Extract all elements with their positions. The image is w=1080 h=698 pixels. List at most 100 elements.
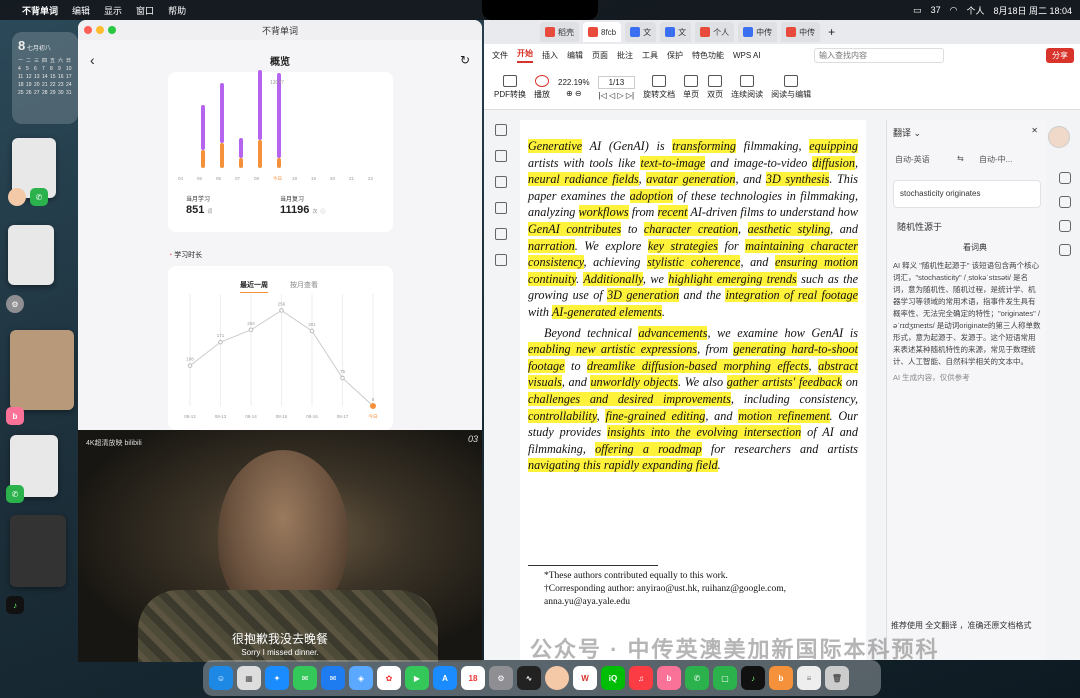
temperature-label[interactable]: 37 bbox=[931, 5, 941, 15]
window-thumbnail[interactable] bbox=[10, 330, 74, 410]
menu-app-name[interactable]: 不背单词 bbox=[22, 4, 58, 17]
menu-view[interactable]: 显示 bbox=[104, 4, 122, 17]
calendar-widget[interactable]: 8 七月初八 一二三四五六日 4 5 6 7 8 9 10 11 12 13 14 15 16 17 18 19… bbox=[12, 32, 78, 124]
target-language[interactable]: 自动-中... bbox=[979, 154, 1012, 165]
user-label[interactable]: 个人 bbox=[966, 4, 984, 17]
app-store-icon[interactable]: A bbox=[433, 666, 457, 690]
menu-page[interactable]: 页面 bbox=[592, 50, 608, 61]
share-button[interactable]: 分享 bbox=[1046, 48, 1074, 63]
wechat-icon[interactable]: ✆ bbox=[30, 188, 48, 206]
info-icon[interactable]: ⓘ bbox=[321, 209, 326, 215]
swap-icon[interactable]: ⇆ bbox=[957, 154, 964, 163]
document-page[interactable]: Generative AI (GenAI) is transforming fi… bbox=[520, 120, 866, 660]
avatar-app-icon[interactable] bbox=[545, 666, 569, 690]
sliders-icon[interactable] bbox=[1059, 220, 1071, 232]
double-page-button[interactable]: 双页 bbox=[707, 75, 723, 100]
tab-cuc-1[interactable]: 中传 bbox=[738, 22, 778, 42]
bookmark-icon[interactable] bbox=[495, 124, 507, 136]
bilibili-icon[interactable]: b bbox=[657, 666, 681, 690]
launchpad-icon[interactable]: ▦ bbox=[237, 666, 261, 690]
menu-edit-doc[interactable]: 编辑 bbox=[567, 50, 583, 61]
douyin-icon[interactable]: ♪ bbox=[6, 596, 24, 614]
source-language[interactable]: 自动-英语 bbox=[895, 154, 930, 165]
menu-protect[interactable]: 保护 bbox=[667, 50, 683, 61]
message-app-icon[interactable]: ▢ bbox=[713, 666, 737, 690]
menu-features[interactable]: 特色功能 bbox=[692, 50, 724, 61]
minimize-icon[interactable] bbox=[96, 26, 104, 34]
tab-docer[interactable]: 稻壳 bbox=[540, 22, 579, 42]
refresh-icon[interactable]: ↻ bbox=[460, 53, 470, 67]
menu-help[interactable]: 帮助 bbox=[168, 4, 186, 17]
menu-wps-ai[interactable]: WPS AI bbox=[733, 51, 761, 60]
menu-file[interactable]: 文件 bbox=[492, 50, 508, 61]
more-icon[interactable] bbox=[1059, 244, 1071, 256]
video-player[interactable]: 4K超清放映 bilibili 03 很抱歉我没去晚餐 Sorry I miss… bbox=[78, 430, 482, 662]
layers-icon[interactable] bbox=[495, 254, 507, 266]
window-thumbnail[interactable] bbox=[10, 515, 66, 587]
iqiyi-icon[interactable]: iQ bbox=[601, 666, 625, 690]
wechat-icon[interactable]: ✆ bbox=[685, 666, 709, 690]
avatar-app-icon[interactable] bbox=[8, 188, 26, 206]
thumbnail-icon[interactable] bbox=[495, 150, 507, 162]
calendar-icon[interactable]: 18 bbox=[461, 666, 485, 690]
copy-icon[interactable] bbox=[495, 228, 507, 240]
finder-icon[interactable]: ☺ bbox=[209, 666, 233, 690]
rotate-button[interactable]: 旋转文档 bbox=[643, 75, 675, 100]
wps-icon[interactable]: W bbox=[573, 666, 597, 690]
avatar[interactable] bbox=[1048, 126, 1070, 148]
maps-icon[interactable]: ◈ bbox=[349, 666, 373, 690]
page-field[interactable]: 1/13 |◁ ◁ ▷ ▷| bbox=[597, 75, 636, 100]
tab-doc-1[interactable]: 文 bbox=[625, 22, 657, 42]
mail-icon[interactable]: ✉ bbox=[321, 666, 345, 690]
facetime-icon[interactable]: ▶ bbox=[405, 666, 429, 690]
tab-doc-2[interactable]: 文 bbox=[660, 22, 692, 42]
menu-start[interactable]: 开始 bbox=[517, 48, 533, 63]
menu-insert[interactable]: 插入 bbox=[542, 50, 558, 61]
clock-label[interactable]: 8月18日 周二 18:04 bbox=[993, 4, 1072, 17]
close-icon[interactable] bbox=[84, 26, 92, 34]
dictionary-button[interactable]: 看词典 bbox=[963, 242, 987, 253]
menu-comment[interactable]: 批注 bbox=[617, 50, 633, 61]
chevron-left-icon[interactable]: ‹ bbox=[90, 52, 95, 68]
translate-icon[interactable] bbox=[1059, 172, 1071, 184]
photos-icon[interactable]: ✿ bbox=[377, 666, 401, 690]
search-input[interactable] bbox=[814, 48, 944, 63]
pdf-convert-button[interactable]: PDF转换 bbox=[494, 75, 526, 100]
menu-tools[interactable]: 工具 bbox=[642, 50, 658, 61]
messages-icon[interactable]: ✉ bbox=[293, 666, 317, 690]
zoom-in-icon[interactable]: ⊕ ⊖ bbox=[566, 89, 582, 98]
new-tab-icon[interactable]: + bbox=[828, 25, 835, 39]
wechat-icon[interactable]: ✆ bbox=[6, 485, 24, 503]
vocab-app-icon[interactable]: b bbox=[769, 666, 793, 690]
safari-icon[interactable]: ✦ bbox=[265, 666, 289, 690]
activity-monitor-icon[interactable]: ∿ bbox=[517, 666, 541, 690]
menu-window[interactable]: 窗口 bbox=[136, 4, 154, 17]
filter-icon[interactable] bbox=[1059, 196, 1071, 208]
page-nav-icon[interactable]: |◁ ◁ ▷ ▷| bbox=[599, 91, 634, 100]
tab-personal[interactable]: 个人 bbox=[695, 22, 735, 42]
trash-icon[interactable]: 🗑 bbox=[825, 666, 849, 690]
comment-icon[interactable] bbox=[495, 176, 507, 188]
translate-footer[interactable]: 推荐使用 全文翻译 ，准确还原文档格式 bbox=[891, 620, 1031, 631]
close-icon[interactable]: ✕ bbox=[1031, 126, 1038, 135]
continuous-read-button[interactable]: 连续阅读 bbox=[731, 75, 763, 100]
battery-icon[interactable]: ▭ bbox=[913, 5, 922, 16]
settings-icon[interactable]: ⚙ bbox=[6, 295, 24, 313]
music-icon[interactable]: ♫ bbox=[629, 666, 653, 690]
single-page-button[interactable]: 单页 bbox=[683, 75, 699, 100]
tab-pdf[interactable]: 8fcb bbox=[583, 22, 622, 42]
zoom-field[interactable]: 222.19% ⊕ ⊖ bbox=[558, 78, 590, 98]
system-settings-icon[interactable]: ⚙ bbox=[489, 666, 513, 690]
window-thumbnail[interactable] bbox=[8, 225, 54, 285]
attachment-icon[interactable] bbox=[495, 202, 507, 214]
douyin-icon[interactable]: ♪ bbox=[741, 666, 765, 690]
chevron-down-icon[interactable]: ⌄ bbox=[914, 128, 922, 138]
tab-cuc-2[interactable]: 中传 bbox=[781, 22, 821, 42]
menu-edit[interactable]: 编辑 bbox=[72, 4, 90, 17]
document-icon[interactable]: ≡ bbox=[797, 666, 821, 690]
play-button[interactable]: 播放 bbox=[534, 75, 550, 100]
wifi-icon[interactable]: ◠ bbox=[950, 5, 958, 16]
translate-input[interactable]: stochasticity originates bbox=[893, 180, 1041, 208]
read-edit-button[interactable]: 阅读与编辑 bbox=[771, 75, 811, 100]
bilibili-icon[interactable]: b bbox=[6, 407, 24, 425]
